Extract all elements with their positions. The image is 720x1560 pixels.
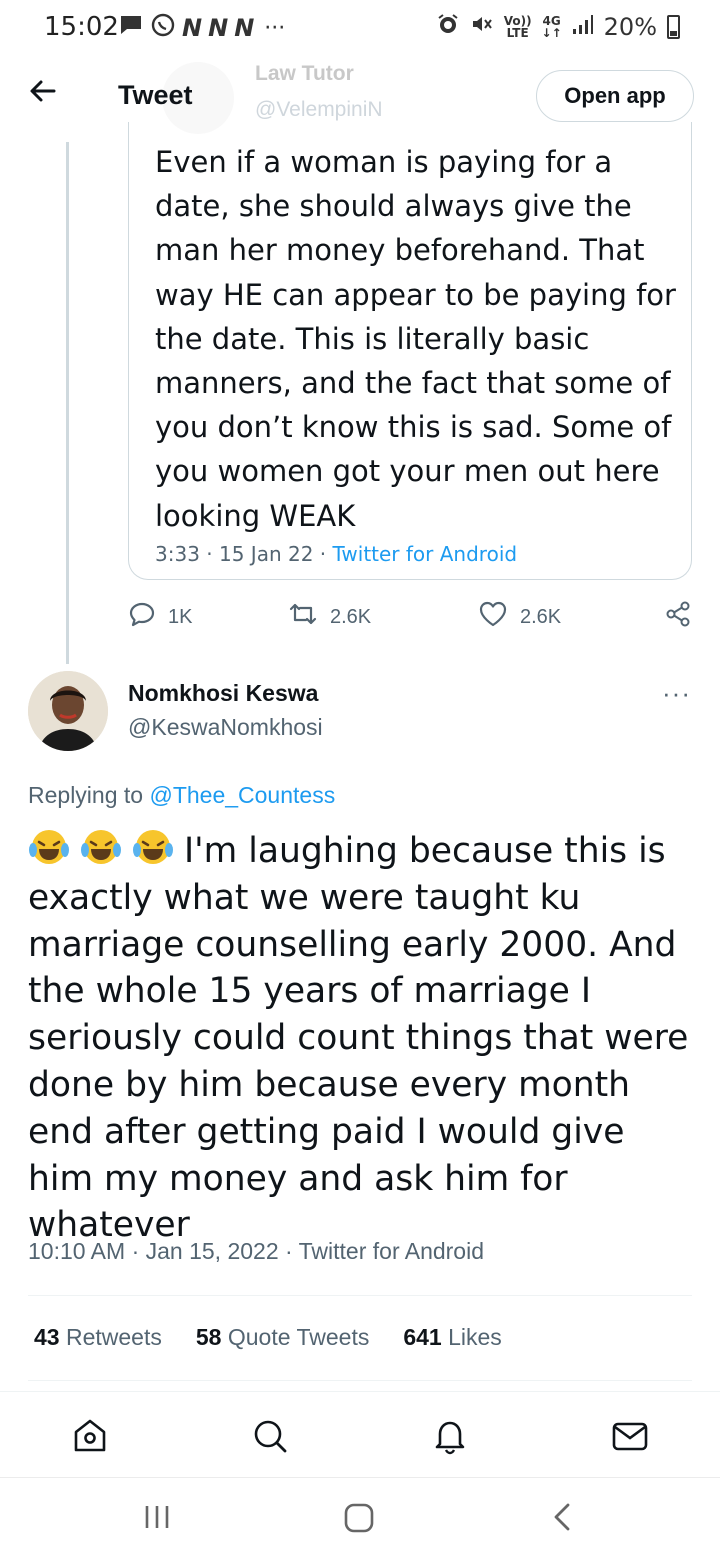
volte-bottom: LTE	[506, 26, 529, 40]
retweet-icon	[288, 600, 318, 634]
more-options-icon[interactable]: ···	[662, 678, 691, 709]
whatsapp-icon	[150, 12, 176, 44]
reply-count: 1K	[168, 605, 193, 628]
tweet-stats: 43 Retweets 58 Quote Tweets 641 Likes	[34, 1324, 502, 1351]
author-name[interactable]: Nomkhosi Keswa	[128, 680, 318, 707]
replying-to: Replying to @Thee_Countess	[28, 782, 335, 809]
tweet-body: I'm laughing because this is exactly wha…	[28, 828, 700, 1249]
share-icon	[664, 600, 692, 634]
share-action[interactable]	[664, 600, 692, 634]
likes-stat-label: Likes	[441, 1324, 502, 1350]
signal-icon	[572, 13, 594, 41]
replying-mention[interactable]: @Thee_Countess	[149, 782, 335, 808]
network-n-icon-2: N	[208, 14, 229, 42]
parent-tweet-card[interactable]: Even if a woman is paying for a date, sh…	[128, 122, 692, 580]
parent-tweet-actions: 1K 2.6K 2.6K	[128, 600, 694, 640]
status-right: Vo)) LTE 4G ↓↑ 20%	[436, 12, 680, 42]
back-arrow-icon[interactable]	[28, 76, 58, 114]
status-time: 15:02	[44, 12, 119, 42]
home-button-icon[interactable]	[343, 1502, 375, 1539]
divider	[28, 1295, 692, 1296]
retweets-stat-count: 43	[34, 1324, 60, 1350]
back-nav-icon[interactable]	[548, 1502, 576, 1537]
recent-apps-icon[interactable]	[142, 1502, 172, 1537]
notification-icons: N N N ···	[118, 12, 285, 44]
network-arrows: ↓↑	[541, 26, 562, 40]
parent-tweet-meta: 3:33 · 15 Jan 22 · Twitter for Android	[155, 542, 517, 566]
bottom-tab-bar	[0, 1391, 720, 1477]
laughing-emoji-3	[132, 828, 180, 866]
network-type: 4G ↓↑	[542, 15, 562, 39]
message-icon	[118, 13, 144, 43]
page-title: Tweet	[118, 80, 193, 110]
retweets-stat[interactable]: 43 Retweets	[34, 1324, 162, 1351]
heart-icon	[478, 600, 508, 634]
system-navigation-bar	[0, 1477, 720, 1560]
scrolled-author-name: Law Tutor	[255, 62, 354, 85]
tweet-timestamp[interactable]: 10:10 AM · Jan 15, 2022 · Twitter for An…	[28, 1238, 484, 1265]
open-app-button[interactable]: Open app	[536, 70, 694, 122]
volte-indicator: Vo)) LTE	[504, 15, 532, 39]
parent-tweet-text: Even if a woman is paying for a date, sh…	[155, 145, 676, 533]
replying-prefix: Replying to	[28, 782, 150, 808]
likes-stat[interactable]: 641 Likes	[403, 1324, 501, 1351]
reply-icon	[128, 600, 156, 634]
likes-stat-count: 641	[403, 1324, 442, 1350]
quote-tweets-stat-count: 58	[195, 1324, 222, 1350]
retweet-count: 2.6K	[330, 605, 372, 628]
notifications-bell-icon[interactable]	[430, 1416, 470, 1456]
network-n-icon-3: N	[234, 14, 255, 42]
retweet-action[interactable]: 2.6K	[288, 600, 371, 634]
like-action[interactable]: 2.6K	[478, 600, 561, 634]
battery-icon	[667, 15, 680, 39]
status-bar: 15:02 N N N ··· Vo)) LTE 4G ↓↑ 20%	[0, 0, 720, 56]
parent-tweet-time: 3:33 · 15 Jan 22 ·	[155, 542, 333, 566]
quote-tweets-stat-label: Quote Tweets	[221, 1324, 370, 1350]
thread-line	[66, 142, 69, 664]
home-icon[interactable]	[70, 1416, 110, 1456]
scrolled-author-handle: @VelempiniN	[255, 98, 383, 121]
network-n-icon-1: N	[182, 14, 203, 42]
avatar[interactable]	[28, 671, 108, 751]
retweets-stat-label: Retweets	[59, 1324, 162, 1350]
like-count: 2.6K	[520, 605, 562, 628]
more-notifications-icon: ···	[264, 15, 286, 41]
mute-icon	[470, 12, 494, 42]
divider	[28, 1380, 692, 1381]
search-icon[interactable]	[250, 1416, 290, 1456]
battery-percent: 20%	[603, 13, 657, 41]
author-handle[interactable]: @KeswaNomkhosi	[128, 714, 323, 741]
laughing-emoji-1	[28, 828, 76, 866]
quote-tweets-stat[interactable]: 58 Quote Tweets	[196, 1324, 369, 1351]
parent-tweet-source[interactable]: Twitter for Android	[333, 542, 518, 566]
messages-mail-icon[interactable]	[610, 1416, 650, 1456]
laughing-emoji-2	[80, 828, 128, 866]
tweet-body-text: I'm laughing because this is exactly wha…	[28, 831, 689, 1246]
alarm-icon	[436, 12, 460, 42]
reply-action[interactable]: 1K	[128, 600, 192, 634]
